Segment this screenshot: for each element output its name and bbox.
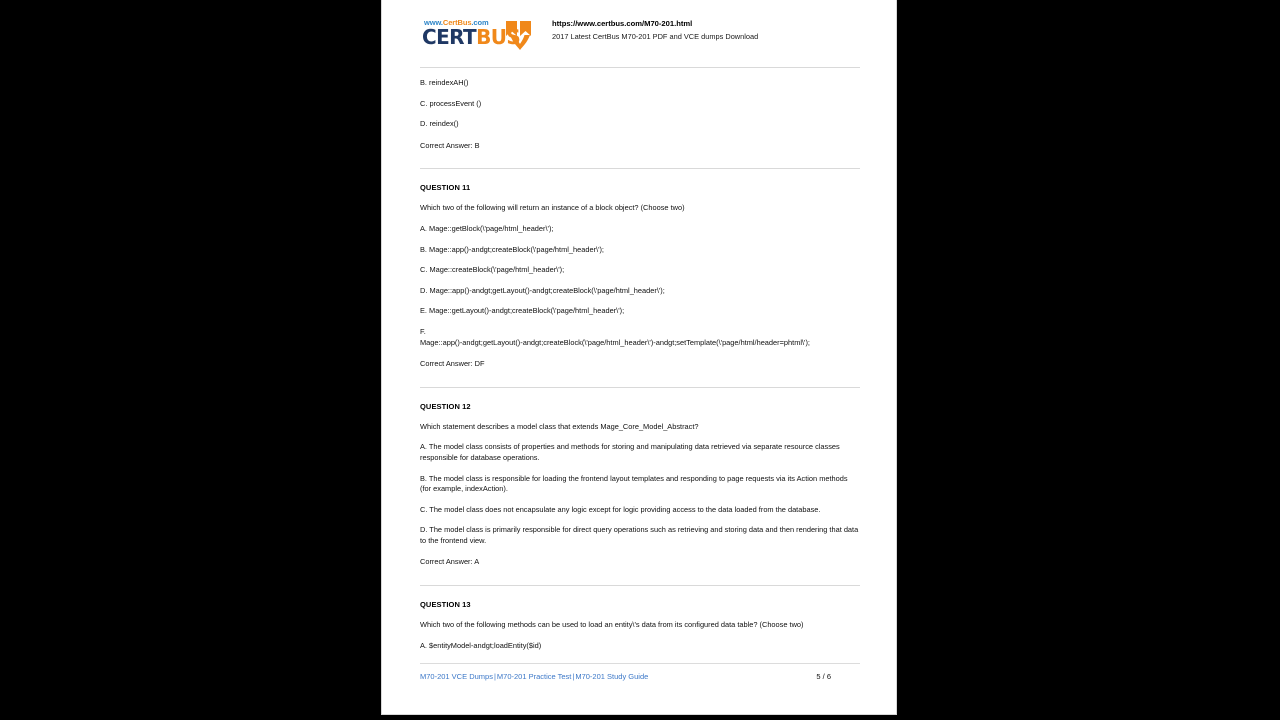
question-11-title: QUESTION 11 bbox=[420, 183, 471, 193]
question-11-option-f-body: Mage::app()-andgt;getLayout()-andgt;crea… bbox=[420, 337, 810, 347]
question-11-stem: Which two of the following will return a… bbox=[420, 203, 685, 213]
footer-links: M70-201 VCE Dumps|M70-201 Practice Test|… bbox=[420, 672, 648, 681]
carryover-correct-answer: Correct Answer: B bbox=[420, 140, 480, 150]
footer-link-vce-dumps[interactable]: M70-201 VCE Dumps bbox=[420, 672, 493, 681]
question-12-option-c: C. The model class does not encapsulate … bbox=[420, 504, 821, 514]
carryover-option-d: D. reindex() bbox=[420, 119, 459, 129]
question-block-13: QUESTION 13 Which two of the following m… bbox=[420, 586, 860, 651]
header-url[interactable]: https://www.certbus.com/M70-201.html bbox=[552, 18, 758, 29]
document-header: www.CertBus.com CERTBUS https://www.cert… bbox=[420, 0, 860, 57]
question-12-option-b: B. The model class is responsible for lo… bbox=[420, 473, 848, 494]
question-11-option-e: E. Mage::getLayout()-andgt;createBlock(\… bbox=[420, 306, 625, 316]
footer-link-study-guide[interactable]: M70-201 Study Guide bbox=[575, 672, 648, 681]
question-block-11: QUESTION 11 Which two of the following w… bbox=[420, 169, 860, 369]
certbus-bird-logo-icon bbox=[504, 19, 540, 51]
header-subtitle: 2017 Latest CertBus M70-201 PDF and VCE … bbox=[552, 32, 759, 41]
document-body: B. reindexAH() C. processEvent () D. rei… bbox=[420, 68, 860, 651]
document-footer: M70-201 VCE Dumps|M70-201 Practice Test|… bbox=[420, 663, 860, 681]
question-12-correct-answer: Correct Answer: A bbox=[420, 557, 480, 567]
header-text-block: https://www.certbus.com/M70-201.html 201… bbox=[542, 17, 758, 42]
page-content-area: www.CertBus.com CERTBUS https://www.cert… bbox=[420, 0, 860, 714]
question-13-stem: Which two of the following methods can b… bbox=[420, 620, 804, 630]
question-12-option-a: A. The model class consists of propertie… bbox=[420, 442, 840, 462]
carryover-option-c: C. processEvent () bbox=[420, 98, 482, 108]
question-11-correct-answer: Correct Answer: DF bbox=[420, 359, 485, 369]
screen-background: www.CertBus.com CERTBUS https://www.cert… bbox=[0, 0, 1280, 720]
question-13-title: QUESTION 13 bbox=[420, 600, 471, 610]
question-11-option-c: C. Mage::createBlock(\'page/html_header\… bbox=[420, 265, 565, 275]
page-indicator: 5 / 6 bbox=[816, 672, 831, 681]
question-12-title: QUESTION 12 bbox=[420, 401, 471, 411]
logo-word-cert: CERT bbox=[422, 25, 477, 49]
question-12-option-d: D. The model class is primarily responsi… bbox=[420, 525, 859, 545]
question-11-option-d: D. Mage::app()-andgt;getLayout()-andgt;c… bbox=[420, 285, 665, 295]
pdf-page: www.CertBus.com CERTBUS https://www.cert… bbox=[382, 0, 896, 714]
question-11-option-f-label: F. bbox=[420, 326, 426, 336]
question-11-option-b: B. Mage::app()-andgt;createBlock(\'page/… bbox=[420, 244, 604, 254]
certbus-logo[interactable]: www.CertBus.com CERTBUS bbox=[420, 17, 542, 55]
footer-link-practice-test[interactable]: M70-201 Practice Test bbox=[497, 672, 571, 681]
question-12-stem: Which statement describes a model class … bbox=[420, 421, 699, 431]
footer-row: M70-201 VCE Dumps|M70-201 Practice Test|… bbox=[420, 664, 860, 681]
question-13-option-a: A. $entityModel-andgt;loadEntity($id) bbox=[420, 640, 542, 650]
question-11-option-a: A. Mage::getBlock(\'page/html_header\'); bbox=[420, 223, 554, 233]
carryover-option-b: B. reindexAH() bbox=[420, 78, 469, 87]
question-block-12: QUESTION 12 Which statement describes a … bbox=[420, 388, 860, 568]
